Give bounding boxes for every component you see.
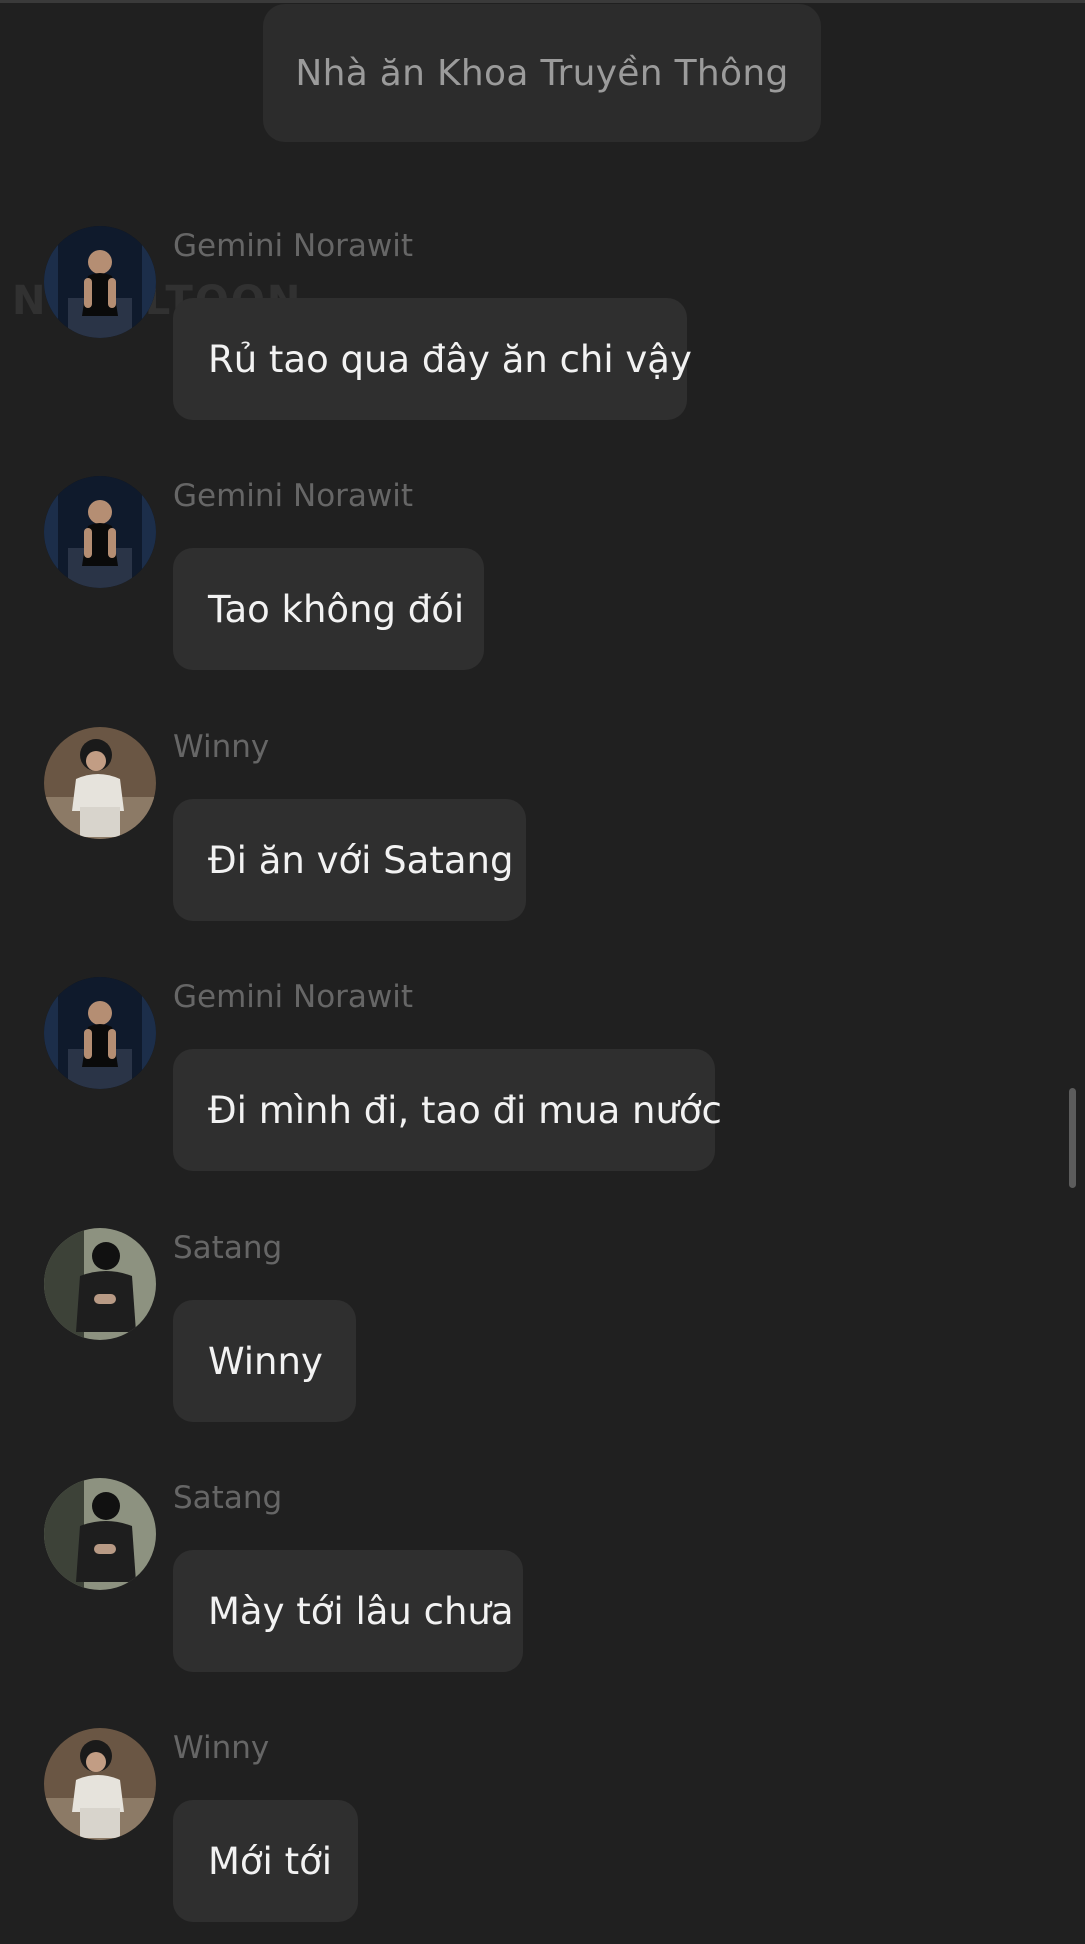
avatar-winny[interactable] xyxy=(44,1728,156,1840)
sender-name: Gemini Norawit xyxy=(173,228,414,264)
avatar-satang[interactable] xyxy=(44,1228,156,1340)
sender-name: Winny xyxy=(173,729,270,765)
avatar-photo-icon xyxy=(44,1478,156,1590)
message-bubble[interactable]: Tao không đói xyxy=(173,548,484,670)
avatar-photo-icon xyxy=(44,1228,156,1340)
avatar-photo-icon xyxy=(44,226,156,338)
sender-name: Winny xyxy=(173,1730,270,1766)
message-bubble[interactable]: Mày tới lâu chưa xyxy=(173,1550,523,1672)
top-divider xyxy=(0,0,1085,3)
chat-message: Winny Đi ăn với Satang xyxy=(0,727,1085,943)
chat-message: Gemini Norawit Đi mình đi, tao đi mua nư… xyxy=(0,977,1085,1193)
chat-message: Winny Mới tới xyxy=(0,1728,1085,1944)
avatar-photo-icon xyxy=(44,1728,156,1840)
sender-name: Satang xyxy=(173,1230,283,1266)
avatar-photo-icon xyxy=(44,476,156,588)
chat-message: Satang Mày tới lâu chưa xyxy=(0,1478,1085,1694)
avatar-gemini[interactable] xyxy=(44,226,156,338)
chat-message: Gemini Norawit Rủ tao qua đây ăn chi vậy xyxy=(0,226,1085,442)
message-bubble[interactable]: Đi mình đi, tao đi mua nước xyxy=(173,1049,722,1171)
chat-message: Gemini Norawit Tao không đói xyxy=(0,476,1085,692)
avatar-winny[interactable] xyxy=(44,727,156,839)
sender-name: Gemini Norawit xyxy=(173,478,414,514)
sender-name: Gemini Norawit xyxy=(173,979,414,1015)
message-bubble[interactable]: Winny xyxy=(173,1300,356,1422)
chat-message: Satang Winny xyxy=(0,1228,1085,1444)
system-message: Nhà ăn Khoa Truyền Thông xyxy=(263,4,821,142)
message-bubble[interactable]: Đi ăn với Satang xyxy=(173,799,526,921)
avatar-satang[interactable] xyxy=(44,1478,156,1590)
message-bubble[interactable]: Rủ tao qua đây ăn chi vậy xyxy=(173,298,692,420)
sender-name: Satang xyxy=(173,1480,283,1516)
avatar-gemini[interactable] xyxy=(44,476,156,588)
scrollbar-thumb[interactable] xyxy=(1069,1088,1076,1188)
avatar-gemini[interactable] xyxy=(44,977,156,1089)
avatar-photo-icon xyxy=(44,727,156,839)
message-bubble[interactable]: Mới tới xyxy=(173,1800,358,1922)
avatar-photo-icon xyxy=(44,977,156,1089)
